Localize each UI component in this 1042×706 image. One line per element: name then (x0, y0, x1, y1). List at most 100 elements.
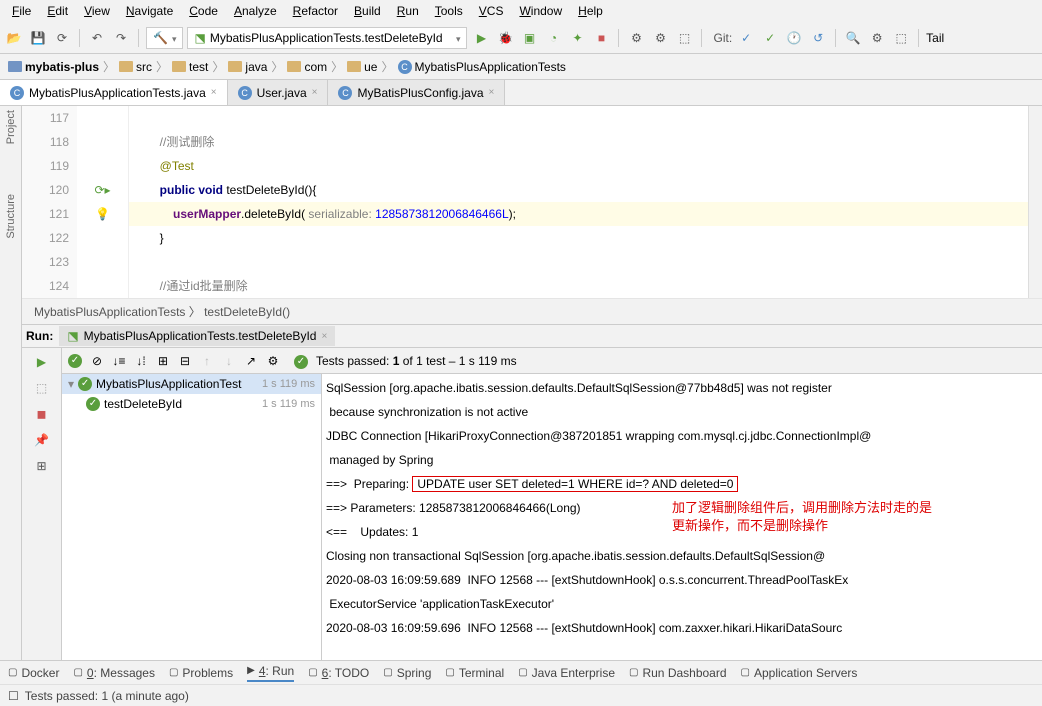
statusbar-item[interactable]: ▶4: Run (247, 664, 294, 682)
menu-analyze[interactable]: Analyze (226, 2, 285, 20)
menu-code[interactable]: Code (181, 2, 226, 20)
git-label: Git: (713, 31, 732, 45)
down-icon[interactable]: ↓ (222, 354, 236, 368)
up-icon[interactable]: ↑ (200, 354, 214, 368)
settings-icon[interactable]: ⚙ (867, 28, 887, 48)
coverage-icon[interactable]: ▣ (519, 28, 539, 48)
run-tab[interactable]: ⬔ MybatisPlusApplicationTests.testDelete… (59, 326, 335, 346)
rail-project[interactable]: Project (5, 110, 17, 144)
editor-tab[interactable]: CMyBatisPlusConfig.java× (328, 80, 505, 105)
run-config-combo[interactable]: ⬔ MybatisPlusApplicationTests.testDelete… (187, 27, 467, 49)
menu-file[interactable]: File (4, 2, 39, 20)
console-line: SqlSession [org.apache.ibatis.session.de… (326, 376, 1038, 400)
statusbar-item[interactable]: ▢Terminal (445, 666, 504, 680)
menu-edit[interactable]: Edit (39, 2, 76, 20)
toggle-icon[interactable]: ⬚ (32, 378, 52, 398)
statusbar-item[interactable]: ▢Spring (383, 666, 431, 680)
jr2-icon[interactable]: ⚙ (650, 28, 670, 48)
tree-row[interactable]: ✓testDeleteById1 s 119 ms (62, 394, 321, 414)
console-output[interactable]: SqlSession [org.apache.ibatis.session.de… (322, 374, 1042, 660)
gear-icon[interactable]: ⚙ (266, 354, 280, 368)
hammer-build[interactable]: 🔨 (146, 27, 183, 49)
test-tree[interactable]: ▾✓MybatisPlusApplicationTest1 s 119 ms✓t… (62, 374, 322, 660)
code-editor[interactable]: 117118119120121122123124 ⟳▸💡 //测试删除 @Tes… (22, 106, 1042, 298)
git-revert-icon[interactable]: ↺ (808, 28, 828, 48)
close-icon[interactable]: × (211, 87, 217, 98)
statusbar-item[interactable]: ▢Java Enterprise (518, 666, 615, 680)
ext-icon[interactable]: ⬚ (891, 28, 911, 48)
statusbar-item[interactable]: ▢Application Servers (741, 666, 858, 680)
run-icon[interactable]: ▶ (471, 28, 491, 48)
sort2-icon[interactable]: ↓⁞ (134, 354, 148, 368)
breadcrumb-item[interactable]: CMybatisPlusApplicationTests (398, 60, 566, 74)
jr-icon[interactable]: ⚙ (626, 28, 646, 48)
console-line: managed by Spring (326, 448, 1038, 472)
menu-refactor[interactable]: Refactor (285, 2, 346, 20)
run-label: Run: (26, 329, 53, 343)
breadcrumb: mybatis-plus〉src〉test〉java〉com〉ue〉CMybat… (0, 54, 1042, 80)
open-icon[interactable]: 📂 (4, 28, 24, 48)
run-tool-rail: ▶ ⬚ ◼ 📌 ⊞ (22, 348, 62, 660)
close-icon[interactable]: × (312, 87, 318, 98)
attach-icon[interactable]: ✦ (567, 28, 587, 48)
refresh-icon[interactable]: ⟳ (52, 28, 72, 48)
expand-icon[interactable]: ⊞ (156, 354, 170, 368)
code-breadcrumb[interactable]: MybatisPlusApplicationTests 〉 testDelete… (22, 298, 1042, 324)
rerun-icon[interactable]: ▶ (32, 352, 52, 372)
filter-icon[interactable]: ⊘ (90, 354, 104, 368)
statusbar-item[interactable]: ▢Docker (8, 666, 59, 680)
statusbar-item[interactable]: ▢0: Messages (73, 666, 155, 680)
breadcrumb-item[interactable]: ue (347, 60, 377, 74)
breadcrumb-item[interactable]: mybatis-plus (8, 60, 99, 74)
export-icon[interactable]: ↗ (244, 354, 258, 368)
git-commit-icon[interactable]: ✓ (760, 28, 780, 48)
search-icon[interactable]: 🔍 (843, 28, 863, 48)
editor-tab[interactable]: CUser.java× (228, 80, 329, 105)
tool-window-bar: ▢Docker ▢0: Messages ▢Problems ▶4: Run ▢6: T… (0, 660, 1042, 684)
statusbar-item[interactable]: ▢Run Dashboard (629, 666, 727, 680)
menu-vcs[interactable]: VCS (471, 2, 512, 20)
breadcrumb-item[interactable]: java (228, 60, 267, 74)
menu-bar: FileEditViewNavigateCodeAnalyzeRefactorB… (0, 0, 1042, 22)
stop-icon[interactable]: ■ (591, 28, 611, 48)
statusbar-item[interactable]: ▢6: TODO (308, 666, 369, 680)
editor-tab[interactable]: CMybatisPlusApplicationTests.java× (0, 80, 228, 105)
console-line: Closing non transactional SqlSession [or… (326, 544, 1038, 568)
layout-icon[interactable]: ⊞ (32, 456, 52, 476)
debug-icon[interactable]: 🐞 (495, 28, 515, 48)
tests-passed-text: Tests passed: 1 of 1 test – 1 s 119 ms (316, 354, 517, 368)
git-history-icon[interactable]: 🕐 (784, 28, 804, 48)
breadcrumb-item[interactable]: test (172, 60, 208, 74)
jr3-icon[interactable]: ⬚ (674, 28, 694, 48)
redo-icon[interactable]: ↷ (111, 28, 131, 48)
rail-structure[interactable]: Structure (5, 194, 17, 239)
test-ok-icon[interactable]: ✓ (68, 354, 82, 368)
console-line: 2020-08-03 16:09:59.689 INFO 12568 --- [… (326, 568, 1038, 592)
save-icon[interactable]: 💾 (28, 28, 48, 48)
menu-navigate[interactable]: Navigate (118, 2, 181, 20)
tail-label[interactable]: Tail (926, 31, 944, 45)
undo-icon[interactable]: ↶ (87, 28, 107, 48)
menu-help[interactable]: Help (570, 2, 611, 20)
menu-build[interactable]: Build (346, 2, 389, 20)
left-tool-rail: Project Structure (0, 106, 22, 660)
pin-icon[interactable]: 📌 (32, 430, 52, 450)
breadcrumb-item[interactable]: com (287, 60, 327, 74)
close-icon[interactable]: × (321, 331, 327, 342)
profile-icon[interactable]: ◔ (543, 28, 563, 48)
tree-row[interactable]: ▾✓MybatisPlusApplicationTest1 s 119 ms (62, 374, 321, 394)
close-icon[interactable]: × (489, 87, 495, 98)
breadcrumb-item[interactable]: src (119, 60, 152, 74)
status-text: Tests passed: 1 (a minute ago) (25, 689, 189, 703)
menu-window[interactable]: Window (511, 2, 570, 20)
status-icon: ☐ (8, 689, 19, 703)
stop2-icon[interactable]: ◼ (32, 404, 52, 424)
menu-view[interactable]: View (76, 2, 118, 20)
menu-tools[interactable]: Tools (427, 2, 471, 20)
collapse-icon[interactable]: ⊟ (178, 354, 192, 368)
git-check-icon[interactable]: ✓ (736, 28, 756, 48)
sort-icon[interactable]: ↓≡ (112, 354, 126, 368)
console-line: because synchronization is not active (326, 400, 1038, 424)
menu-run[interactable]: Run (389, 2, 427, 20)
statusbar-item[interactable]: ▢Problems (169, 666, 233, 680)
